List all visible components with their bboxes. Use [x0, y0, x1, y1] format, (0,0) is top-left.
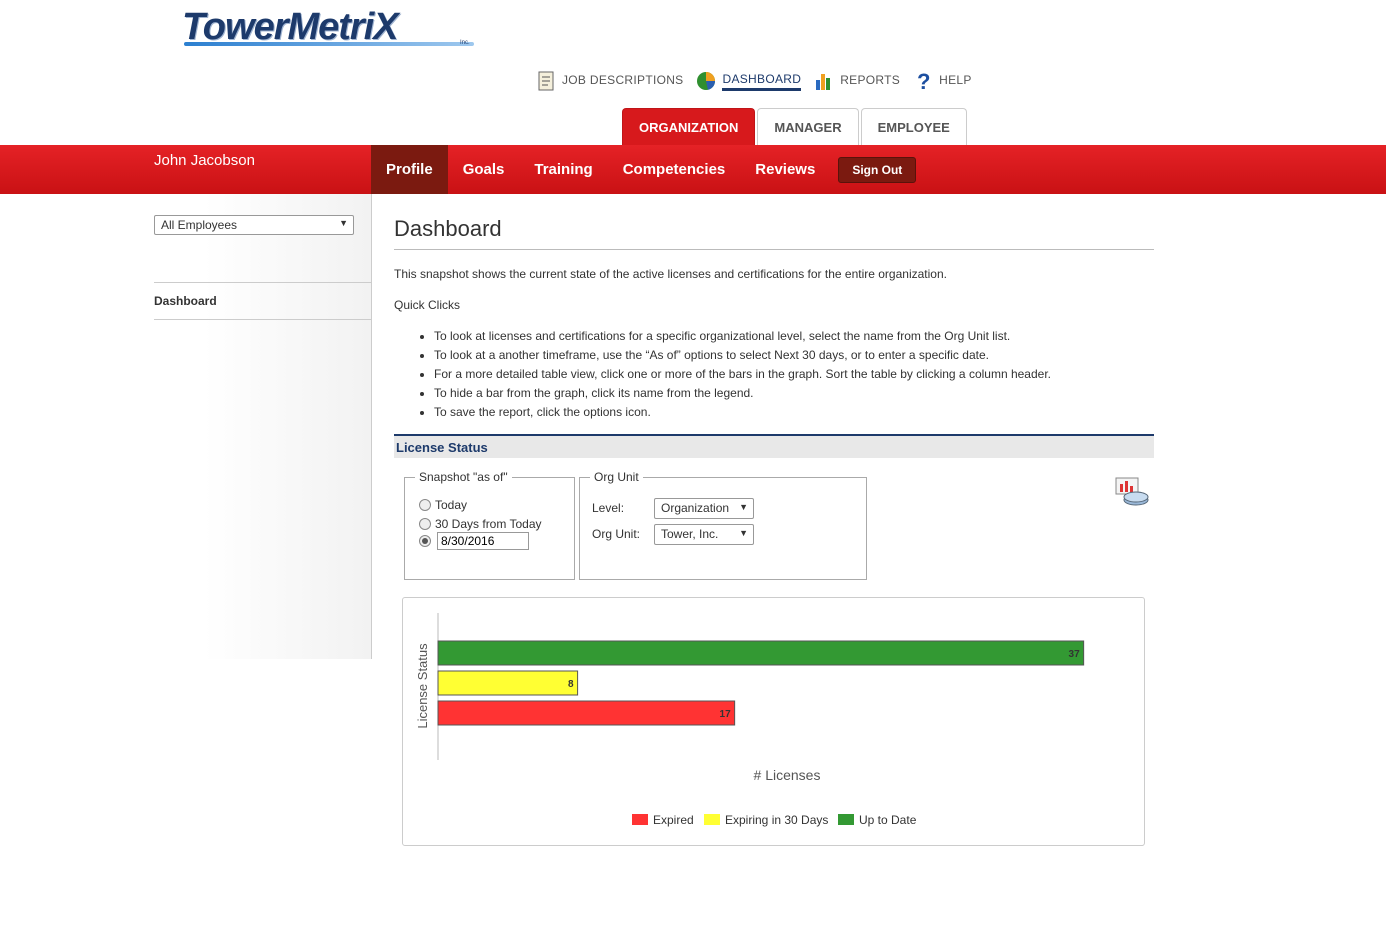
- brand-logo: TowerMetriX Inc.: [182, 6, 482, 50]
- radio-label: Today: [435, 498, 468, 512]
- list-item: To hide a bar from the graph, click its …: [434, 386, 1051, 405]
- legend-item[interactable]: Expired: [653, 813, 694, 827]
- org-unit-value: Tower, Inc.: [661, 527, 719, 541]
- snapshot-option-date[interactable]: [419, 532, 529, 550]
- level-label: Level:: [592, 501, 625, 515]
- quick-clicks-heading: Quick Clicks: [394, 298, 461, 312]
- radio-30-days[interactable]: [419, 518, 431, 530]
- legend-swatch: [632, 814, 648, 825]
- title-divider: [394, 249, 1154, 250]
- sidebar-divider: [154, 282, 371, 283]
- employee-filter-select[interactable]: All Employees ▼: [154, 215, 354, 235]
- tab-employee[interactable]: EMPLOYEE: [860, 108, 967, 145]
- bar-value-label: 37: [1069, 649, 1081, 660]
- pie-chart-icon: [696, 70, 716, 92]
- chevron-down-icon: ▼: [739, 528, 748, 538]
- main-nav-bar: John Jacobson Profile Goals Training Com…: [0, 145, 1386, 194]
- snapshot-option-30days[interactable]: 30 Days from Today: [419, 517, 542, 531]
- license-status-chart: License Status 37 8 17 # Licenses Expired Expi…: [402, 597, 1145, 846]
- snapshot-option-today[interactable]: Today: [419, 498, 467, 512]
- chevron-down-icon: ▼: [339, 218, 348, 228]
- document-icon: [536, 70, 556, 92]
- main-nav-goals[interactable]: Goals: [448, 145, 520, 194]
- sidebar-item-dashboard[interactable]: Dashboard: [154, 294, 217, 308]
- list-item: To save the report, click the options ic…: [434, 405, 1051, 424]
- top-nav-label: HELP: [939, 73, 972, 87]
- license-status-header: License Status: [394, 434, 1154, 458]
- bar-value-label: 17: [720, 709, 732, 720]
- question-icon: ?: [913, 69, 933, 94]
- top-nav-reports[interactable]: REPORTS: [814, 70, 900, 92]
- list-item: To look at a another timeframe, use the …: [434, 348, 1051, 367]
- top-nav-help[interactable]: ? HELP: [913, 69, 972, 94]
- level-select[interactable]: Organization ▼: [654, 498, 754, 519]
- radio-date[interactable]: [419, 535, 431, 547]
- legend-item[interactable]: Expiring in 30 Days: [725, 813, 828, 827]
- top-nav: JOB DESCRIPTIONS DASHBOARD REPORTS ? HEL…: [536, 66, 985, 96]
- top-nav-dashboard[interactable]: DASHBOARD: [696, 70, 802, 92]
- list-item: To look at licenses and certifications f…: [434, 329, 1051, 348]
- list-item: For a more detailed table view, click on…: [434, 367, 1051, 386]
- org-unit-select[interactable]: Tower, Inc. ▼: [654, 524, 754, 545]
- intro-text: This snapshot shows the current state of…: [394, 267, 947, 281]
- employee-filter-value: All Employees: [161, 218, 238, 232]
- chevron-down-icon: ▼: [739, 502, 748, 512]
- bar-chart-icon: [814, 70, 834, 92]
- sidebar-divider: [154, 319, 371, 320]
- quick-clicks-list: To look at licenses and certifications f…: [434, 329, 1051, 424]
- tab-organization[interactable]: ORGANIZATION: [622, 108, 756, 145]
- bar-value-label: 8: [568, 679, 574, 690]
- y-axis-label: License Status: [415, 643, 430, 729]
- org-unit-fieldset: Org Unit Level: Organization ▼ Org Unit:…: [579, 470, 867, 580]
- x-axis-label: # Licenses: [754, 767, 821, 783]
- main-nav-reviews[interactable]: Reviews: [740, 145, 830, 194]
- level-value: Organization: [661, 501, 730, 515]
- report-options-icon[interactable]: [1114, 476, 1150, 508]
- snapshot-legend: Snapshot "as of": [419, 470, 508, 484]
- main-nav-profile[interactable]: Profile: [371, 145, 448, 194]
- legend-item[interactable]: Up to Date: [859, 813, 917, 827]
- main-nav: Profile Goals Training Competencies Revi…: [371, 145, 917, 194]
- chart-bar[interactable]: [437, 700, 736, 726]
- legend-swatch: [838, 814, 854, 825]
- radio-label: 30 Days from Today: [435, 517, 542, 531]
- snapshot-fieldset: Snapshot "as of" Today 30 Days from Toda…: [404, 470, 575, 580]
- radio-today[interactable]: [419, 499, 431, 511]
- org-unit-label: Org Unit:: [592, 527, 641, 541]
- tab-manager[interactable]: MANAGER: [757, 108, 859, 145]
- chart-svg: License Status 37 8 17 # Licenses Expired Expi…: [415, 613, 1085, 827]
- chart-bar[interactable]: [437, 640, 1085, 666]
- top-nav-label: REPORTS: [840, 73, 901, 87]
- org-unit-legend: Org Unit: [594, 470, 639, 484]
- sign-out-button[interactable]: Sign Out: [838, 156, 917, 183]
- main-nav-competencies[interactable]: Competencies: [608, 145, 741, 194]
- top-nav-label: JOB DESCRIPTIONS: [562, 73, 684, 87]
- snapshot-date-input[interactable]: [437, 532, 529, 550]
- svg-text:?: ?: [917, 70, 930, 92]
- sidebar: All Employees ▼ Dashboard: [0, 194, 372, 659]
- logo-inc: Inc.: [460, 40, 470, 46]
- top-nav-label: DASHBOARD: [722, 72, 802, 91]
- role-tabs: ORGANIZATION MANAGER EMPLOYEE: [622, 108, 969, 145]
- main-nav-training[interactable]: Training: [519, 145, 607, 194]
- logo-swoosh: [184, 42, 474, 46]
- page-title: Dashboard: [394, 216, 502, 241]
- top-nav-job-descriptions[interactable]: JOB DESCRIPTIONS: [536, 70, 683, 92]
- chart-bar[interactable]: [437, 670, 579, 696]
- user-name: John Jacobson: [154, 152, 255, 169]
- legend-swatch: [704, 814, 720, 825]
